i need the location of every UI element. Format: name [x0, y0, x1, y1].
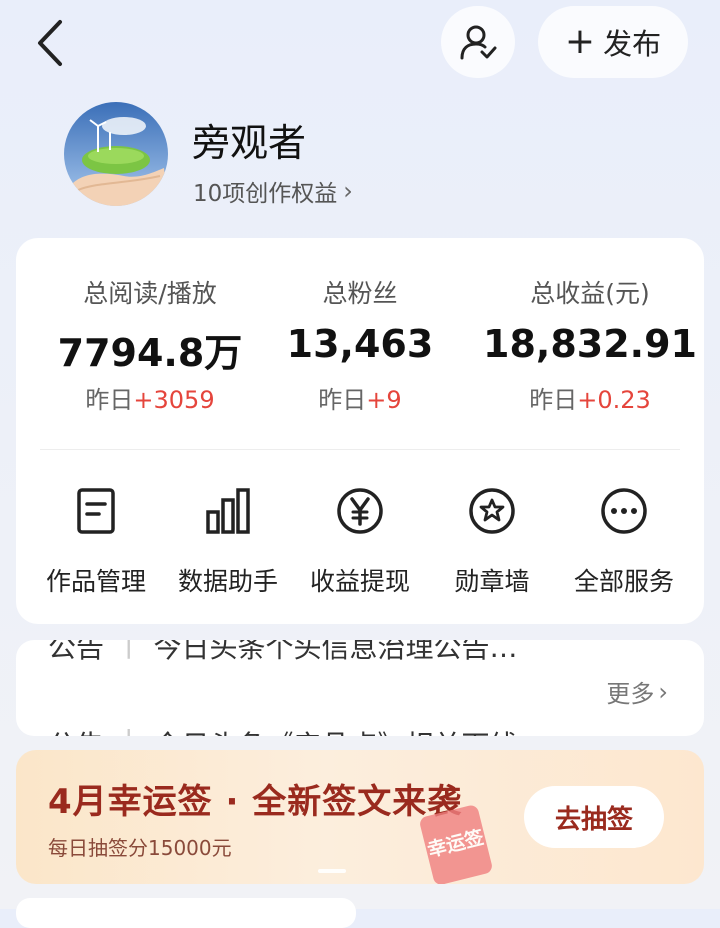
service-works-management[interactable]: 作品管理	[29, 486, 163, 598]
service-label: 全部服务	[573, 567, 674, 596]
delta-value: +0.23	[577, 386, 651, 414]
badge-icon	[469, 488, 515, 534]
back-button[interactable]	[28, 18, 78, 68]
stat-label: 总阅读/播放	[83, 279, 217, 308]
notice-tag: 公告	[48, 724, 104, 736]
notice-text: 今日头条《产品点》相关下线…	[153, 724, 545, 736]
service-badge-wall[interactable]: 勋章墙	[425, 486, 559, 598]
notice-card: 公告 | 今日头条个头信息治理公告… 更多 › 公告 | 今日头条《产品点》相关…	[16, 640, 704, 736]
promo-subtitle: 每日抽签分15000元	[48, 836, 232, 860]
user-check-icon	[460, 25, 497, 60]
more-label: 更多	[606, 680, 655, 708]
service-all-services[interactable]: 全部服务	[557, 486, 691, 598]
notice-item[interactable]: 公告 | 今日头条个头信息治理公告…	[48, 640, 517, 666]
divider	[40, 449, 680, 450]
stat-value: 13,463	[286, 322, 434, 366]
service-label: 作品管理	[45, 567, 146, 596]
promo-title: 4月幸运签 · 全新签文来袭	[48, 782, 463, 822]
stats-card: 总阅读/播放 7794.8万 昨日+3059 总粉丝 13,463 昨日+9 总…	[16, 238, 704, 624]
carousel-indicator	[318, 869, 346, 873]
follow-button[interactable]	[441, 6, 515, 78]
stat-delta: 昨日+0.23	[480, 380, 700, 415]
plus-icon: +	[564, 21, 596, 62]
stat-value: 18,832.91	[483, 322, 697, 366]
notice-item[interactable]: 公告 | 今日头条《产品点》相关下线…	[48, 724, 545, 736]
next-card-peek	[16, 898, 356, 928]
stat-total-earnings[interactable]: 总收益(元) 18,832.91 昨日+0.23	[480, 274, 700, 415]
service-label: 勋章墙	[454, 567, 530, 596]
avatar[interactable]	[64, 102, 168, 206]
delta-prefix: 昨日	[318, 386, 367, 414]
stat-label: 总粉丝	[322, 279, 398, 308]
delta-prefix: 昨日	[85, 386, 134, 414]
service-earnings-withdraw[interactable]: 收益提现	[293, 486, 427, 598]
notice-text: 今日头条个头信息治理公告…	[153, 640, 518, 664]
notice-separator: |	[124, 640, 134, 659]
more-icon	[601, 488, 647, 534]
publish-label: 发布	[603, 27, 662, 61]
stat-delta: 昨日+9	[250, 380, 470, 415]
chevron-right-icon: ›	[343, 177, 353, 205]
more-link[interactable]: 更多 ›	[606, 674, 668, 709]
chevron-right-icon: ›	[658, 677, 668, 706]
draw-lot-button[interactable]: 去抽签	[524, 786, 664, 848]
service-label: 数据助手	[177, 567, 278, 596]
creator-rights-label: 10项创作权益	[193, 181, 338, 207]
service-data-assistant[interactable]: 数据助手	[161, 486, 295, 598]
avatar-image	[64, 102, 168, 206]
stat-total-fans[interactable]: 总粉丝 13,463 昨日+9	[250, 274, 470, 415]
notice-tag: 公告	[48, 640, 105, 664]
yen-icon	[337, 488, 383, 534]
stat-total-reads[interactable]: 总阅读/播放 7794.8万 昨日+3059	[40, 274, 260, 415]
lucky-tag-decoration: 幸运签	[418, 803, 494, 884]
publish-button[interactable]: + 发布	[538, 6, 688, 78]
service-label: 收益提现	[309, 567, 410, 596]
lucky-draw-banner[interactable]: 4月幸运签 · 全新签文来袭 每日抽签分15000元 幸运签 去抽签	[16, 750, 704, 884]
creator-rights-link[interactable]: 10项创作权益 ›	[193, 174, 353, 208]
delta-value: +9	[366, 386, 402, 414]
document-icon	[77, 488, 115, 534]
profile-name: 旁观者	[192, 121, 307, 165]
notice-separator: |	[124, 724, 133, 736]
delta-prefix: 昨日	[529, 386, 578, 414]
stat-delta: 昨日+3059	[40, 380, 260, 415]
delta-value: +3059	[133, 386, 215, 414]
stat-value: 7794.8万	[57, 331, 243, 375]
stat-label: 总收益(元)	[530, 279, 650, 308]
chevron-left-icon	[38, 20, 62, 66]
bar-chart-icon	[206, 488, 250, 534]
